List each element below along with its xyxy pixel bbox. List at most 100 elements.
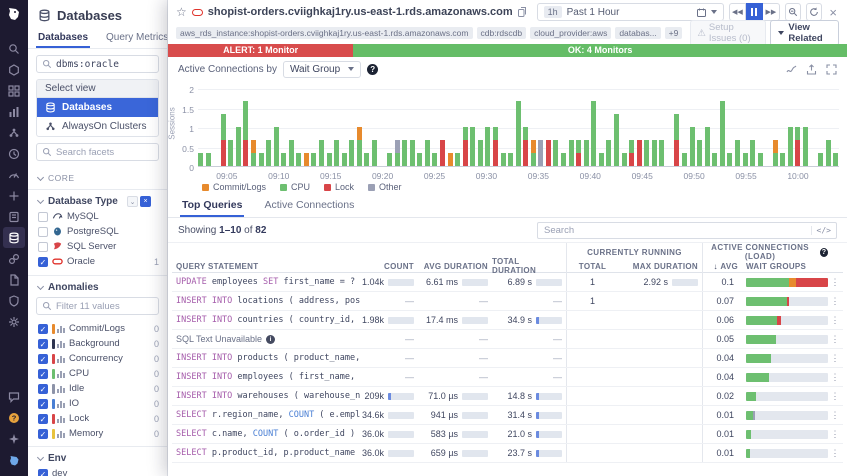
chart-bar[interactable] bbox=[501, 153, 506, 166]
chart-bar[interactable] bbox=[576, 140, 581, 166]
column-header[interactable]: QUERY STATEMENT bbox=[172, 257, 360, 275]
chart-bar[interactable] bbox=[659, 140, 664, 166]
tab-active-connections[interactable]: Active Connections bbox=[262, 193, 356, 217]
chart-bar[interactable] bbox=[743, 153, 748, 166]
time-range-selector[interactable]: 1h Past 1 Hour bbox=[537, 3, 724, 21]
chart-bar[interactable] bbox=[735, 140, 740, 166]
chart-bar[interactable] bbox=[561, 153, 566, 166]
table-row[interactable]: INSERT INTO countries ( country_id, c…1.… bbox=[172, 311, 843, 330]
chart-bar[interactable] bbox=[622, 153, 627, 166]
chart-bar[interactable] bbox=[682, 153, 687, 166]
alert-monitor-bar[interactable]: ALERT: 1 Monitor bbox=[168, 44, 353, 57]
query-statement[interactable]: INSERT INTO products ( product_name, … bbox=[172, 353, 360, 363]
export-icon[interactable] bbox=[806, 64, 817, 75]
chart-bar[interactable] bbox=[410, 140, 415, 166]
favorite-star-icon[interactable]: ☆ bbox=[176, 5, 187, 19]
wait-groups-bar[interactable] bbox=[746, 373, 828, 382]
chart-bar[interactable] bbox=[395, 140, 400, 166]
wait-groups-bar[interactable] bbox=[746, 297, 828, 306]
anomaly-commit-logs[interactable]: ✓ Commit/Logs0 bbox=[28, 321, 167, 336]
table-row[interactable]: SELECT r.region_name, COUNT ( e.emplo…34… bbox=[172, 406, 843, 425]
chart-bar[interactable] bbox=[712, 153, 717, 166]
tab-top-queries[interactable]: Top Queries bbox=[180, 193, 244, 217]
tag[interactable]: aws_rds_instance:shopist-orders.cviighka… bbox=[176, 27, 473, 39]
chart-bar[interactable] bbox=[334, 140, 339, 166]
checkbox[interactable]: ✓ bbox=[38, 429, 48, 439]
row-menu-icon[interactable]: ⋮ bbox=[828, 277, 842, 288]
query-statement[interactable]: INSERT INTO locations ( address, post… bbox=[172, 296, 360, 306]
chart-bar[interactable] bbox=[304, 153, 309, 166]
chart-bar[interactable] bbox=[372, 140, 377, 166]
db-type-mysql[interactable]: MySQL bbox=[28, 209, 167, 224]
table-row[interactable]: SELECT p.product_id, p.product_name F…36… bbox=[172, 444, 843, 463]
chart-bar[interactable] bbox=[606, 140, 611, 166]
chart-bar[interactable] bbox=[440, 140, 445, 166]
chart-bar[interactable] bbox=[243, 101, 248, 166]
dbms-search-box[interactable] bbox=[36, 55, 159, 73]
view-related-button[interactable]: View Related bbox=[770, 20, 839, 46]
chart-bar[interactable] bbox=[516, 101, 521, 166]
db-type-sql-server[interactable]: SQL Server bbox=[28, 239, 167, 254]
tag[interactable]: cloud_provider:aws bbox=[530, 27, 611, 39]
forecast-icon[interactable] bbox=[786, 64, 797, 75]
chart-bar[interactable] bbox=[425, 140, 430, 166]
wait-groups-bar[interactable] bbox=[746, 316, 828, 325]
view-item-alwayson-clusters[interactable]: AlwaysOn Clusters bbox=[37, 117, 158, 136]
chart-bar[interactable] bbox=[523, 127, 528, 166]
pause-button[interactable] bbox=[746, 3, 763, 21]
chart-bar[interactable] bbox=[274, 127, 279, 166]
chart-bar[interactable] bbox=[833, 153, 838, 166]
facet-search-box[interactable] bbox=[36, 143, 159, 161]
chart-bar[interactable] bbox=[485, 127, 490, 166]
legend-item-commit-logs[interactable]: Commit/Logs bbox=[202, 182, 266, 192]
chart-bar[interactable] bbox=[364, 153, 369, 166]
chart-bar[interactable] bbox=[508, 153, 513, 166]
view-item-databases[interactable]: Databases bbox=[37, 98, 158, 117]
table-row[interactable]: INSERT INTO employees ( first_name, l…——… bbox=[172, 368, 843, 387]
metrics-icon[interactable] bbox=[3, 101, 25, 122]
chart-bar[interactable] bbox=[788, 127, 793, 166]
chart-bar[interactable] bbox=[644, 140, 649, 166]
checkbox[interactable]: ✓ bbox=[38, 369, 48, 379]
chart-bar[interactable] bbox=[448, 153, 453, 166]
fullscreen-icon[interactable] bbox=[826, 64, 837, 75]
table-row[interactable]: INSERT INTO products ( product_name, …——… bbox=[172, 349, 843, 368]
search-icon[interactable] bbox=[3, 38, 25, 59]
links-icon[interactable] bbox=[3, 248, 25, 269]
facet-search-input[interactable] bbox=[56, 147, 153, 158]
db-type-postgresql[interactable]: PostgreSQL bbox=[28, 224, 167, 239]
table-row[interactable]: INSERT INTO warehouses ( warehouse_na…20… bbox=[172, 387, 843, 406]
row-menu-icon[interactable]: ⋮ bbox=[828, 353, 842, 364]
panel-tab-databases[interactable]: Databases bbox=[36, 29, 90, 48]
database-type-header[interactable]: Database Type ⌄ × bbox=[28, 190, 167, 209]
row-menu-icon[interactable]: ⋮ bbox=[828, 296, 842, 307]
tag[interactable]: +9 bbox=[665, 27, 683, 39]
row-menu-icon[interactable]: ⋮ bbox=[828, 315, 842, 326]
security-icon[interactable] bbox=[3, 290, 25, 311]
anomaly-memory[interactable]: ✓ Memory0 bbox=[28, 426, 167, 441]
setup-issues-button[interactable]: ⚠ Setup Issues (0) bbox=[690, 20, 766, 46]
anomalies-filter-box[interactable] bbox=[36, 297, 159, 315]
checkbox[interactable]: ✓ bbox=[38, 354, 48, 364]
query-statement[interactable]: SELECT r.region_name, COUNT ( e.emplo… bbox=[172, 410, 360, 420]
checkbox[interactable]: ✓ bbox=[38, 384, 48, 394]
chart-bar[interactable] bbox=[432, 153, 437, 166]
chart-bar[interactable] bbox=[357, 127, 362, 166]
anomaly-background[interactable]: ✓ Background0 bbox=[28, 336, 167, 351]
chart-bar[interactable] bbox=[327, 153, 332, 166]
settings-icon[interactable] bbox=[3, 311, 25, 332]
wait-groups-bar[interactable] bbox=[746, 354, 828, 363]
dashboards-icon[interactable] bbox=[3, 80, 25, 101]
query-statement[interactable]: INSERT INTO countries ( country_id, c… bbox=[172, 315, 360, 325]
column-header[interactable] bbox=[828, 257, 842, 275]
legend-item-lock[interactable]: Lock bbox=[324, 182, 354, 192]
anomaly-lock[interactable]: ✓ Lock0 bbox=[28, 411, 167, 426]
datadog-logo-icon[interactable] bbox=[6, 6, 22, 22]
checkbox[interactable]: ✓ bbox=[38, 324, 48, 334]
query-statement[interactable]: SQL Text Unavailablei bbox=[172, 334, 360, 344]
chart-bar[interactable] bbox=[198, 153, 203, 166]
query-search-box[interactable]: </> bbox=[537, 222, 837, 239]
chart-bar[interactable] bbox=[342, 153, 347, 166]
chart-bar[interactable] bbox=[470, 127, 475, 166]
chart-bar[interactable] bbox=[705, 127, 710, 166]
